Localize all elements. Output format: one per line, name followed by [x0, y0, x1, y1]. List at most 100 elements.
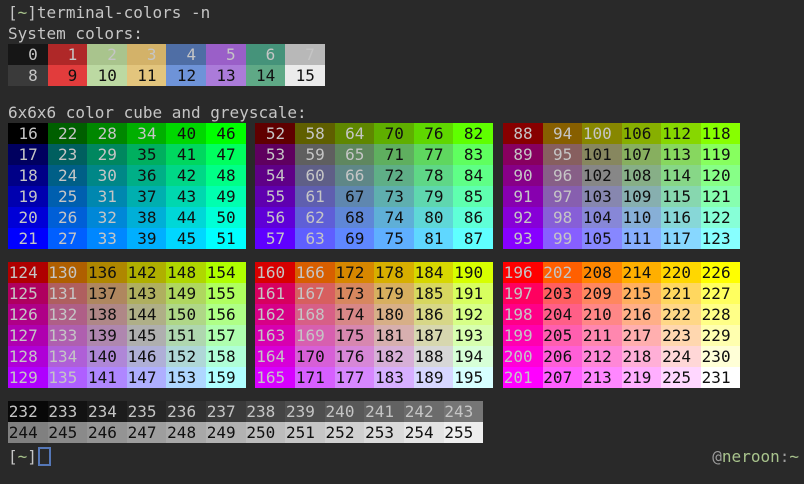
- color-cell-51: 51: [206, 228, 246, 249]
- color-cell-240: 240: [325, 401, 365, 422]
- color-cell-232: 232: [8, 401, 48, 422]
- color-cell-row: 165171177183189195: [255, 367, 493, 388]
- bottom-prompt-home-tilde: ~: [18, 446, 28, 467]
- color-cell-84: 84: [453, 165, 493, 186]
- color-cell-245: 245: [48, 422, 88, 443]
- color-cell-177: 177: [335, 367, 375, 388]
- color-cell-167: 167: [295, 283, 335, 304]
- color-cell-165: 165: [255, 367, 295, 388]
- color-cell-213: 213: [582, 367, 622, 388]
- color-cell-252: 252: [325, 422, 365, 443]
- color-cell-182: 182: [374, 346, 414, 367]
- color-cell-204: 204: [543, 304, 583, 325]
- color-cell-162: 162: [255, 304, 295, 325]
- color-cell-137: 137: [87, 283, 127, 304]
- color-cell-127: 127: [8, 325, 48, 346]
- color-cell-row: 202632384450: [8, 207, 246, 228]
- color-cube-band: 1241301361421481541251311371431491551261…: [8, 262, 804, 388]
- color-cell-254: 254: [404, 422, 444, 443]
- color-cell-67: 67: [335, 186, 375, 207]
- color-cell-30: 30: [87, 165, 127, 186]
- color-cell-221: 221: [661, 283, 701, 304]
- color-cell-100: 100: [582, 123, 622, 144]
- greyscale-grid: 2322332342352362372382392402412422432442…: [8, 401, 804, 443]
- color-cube-block-124: 1241301361421481541251311371431491551261…: [8, 262, 246, 388]
- color-cell-16: 16: [8, 123, 48, 144]
- color-cell-89: 89: [503, 144, 543, 165]
- color-cell-174: 174: [335, 304, 375, 325]
- color-cell-119: 119: [701, 144, 741, 165]
- color-cell-102: 102: [582, 165, 622, 186]
- color-cell-row: 566268748086: [255, 207, 493, 228]
- color-cell-19: 19: [8, 186, 48, 207]
- color-cell-9: 9: [48, 65, 88, 86]
- color-cell-155: 155: [206, 283, 246, 304]
- color-cell-193: 193: [453, 325, 493, 346]
- terminal-cursor: [38, 447, 51, 466]
- color-cell-247: 247: [127, 422, 167, 443]
- color-cell-224: 224: [661, 346, 701, 367]
- color-cell-141: 141: [87, 367, 127, 388]
- color-cell-164: 164: [255, 346, 295, 367]
- color-cell-87: 87: [453, 228, 493, 249]
- color-cell-244: 244: [8, 422, 48, 443]
- color-cell-203: 203: [543, 283, 583, 304]
- prompt-close-bracket: ]: [27, 3, 37, 22]
- color-cell-185: 185: [414, 283, 454, 304]
- color-cell-95: 95: [543, 144, 583, 165]
- color-cell-113: 113: [661, 144, 701, 165]
- color-cell-row: 200206212218224230: [503, 346, 741, 367]
- color-cell-31: 31: [87, 186, 127, 207]
- color-cell-105: 105: [582, 228, 622, 249]
- color-cell-row: 162228344046: [8, 123, 246, 144]
- color-cell-21: 21: [8, 228, 48, 249]
- color-cell-229: 229: [701, 325, 741, 346]
- color-cell-128: 128: [8, 346, 48, 367]
- color-cell-35: 35: [127, 144, 167, 165]
- color-cell-161: 161: [255, 283, 295, 304]
- color-cell-59: 59: [295, 144, 335, 165]
- color-cell-223: 223: [661, 325, 701, 346]
- color-cell-106: 106: [622, 123, 662, 144]
- color-cell-230: 230: [701, 346, 741, 367]
- color-cell-57: 57: [255, 228, 295, 249]
- color-cell-234: 234: [87, 401, 127, 422]
- color-cell-187: 187: [414, 325, 454, 346]
- color-cell-225: 225: [661, 367, 701, 388]
- color-cell-12: 12: [166, 65, 206, 86]
- color-cell-200: 200: [503, 346, 543, 367]
- color-cell-0: 0: [8, 44, 48, 65]
- color-cell-row: 89101112131415: [8, 65, 804, 86]
- color-cell-40: 40: [166, 123, 206, 144]
- color-cell-233: 233: [48, 401, 88, 422]
- color-cell-row: 161167173179185191: [255, 283, 493, 304]
- color-cell-row: 8894100106112118: [503, 123, 741, 144]
- color-cell-236: 236: [166, 401, 206, 422]
- color-cell-114: 114: [661, 165, 701, 186]
- color-cell-45: 45: [166, 228, 206, 249]
- color-cell-56: 56: [255, 207, 295, 228]
- color-cell-row: 535965717783: [255, 144, 493, 165]
- color-cell-row: 129135141147153159: [8, 367, 246, 388]
- color-cell-120: 120: [701, 165, 741, 186]
- color-cell-25: 25: [48, 186, 88, 207]
- terminal-screen[interactable]: [~]terminal-colors -n System colors: 012…: [0, 0, 804, 484]
- color-cell-255: 255: [444, 422, 484, 443]
- color-cell-253: 253: [364, 422, 404, 443]
- shell-prompt-line[interactable]: [~]@neroon:~: [8, 446, 804, 467]
- color-cell-75: 75: [374, 228, 414, 249]
- color-cell-186: 186: [414, 304, 454, 325]
- color-cell-152: 152: [166, 346, 206, 367]
- color-cell-111: 111: [622, 228, 662, 249]
- color-cell-138: 138: [87, 304, 127, 325]
- color-cell-49: 49: [206, 186, 246, 207]
- color-cell-80: 80: [414, 207, 454, 228]
- color-cell-110: 110: [622, 207, 662, 228]
- color-cell-32: 32: [87, 207, 127, 228]
- color-cell-48: 48: [206, 165, 246, 186]
- color-cell-195: 195: [453, 367, 493, 388]
- color-cell-228: 228: [701, 304, 741, 325]
- color-cell-46: 46: [206, 123, 246, 144]
- color-cell-101: 101: [582, 144, 622, 165]
- system-colors-label: System colors:: [8, 23, 804, 44]
